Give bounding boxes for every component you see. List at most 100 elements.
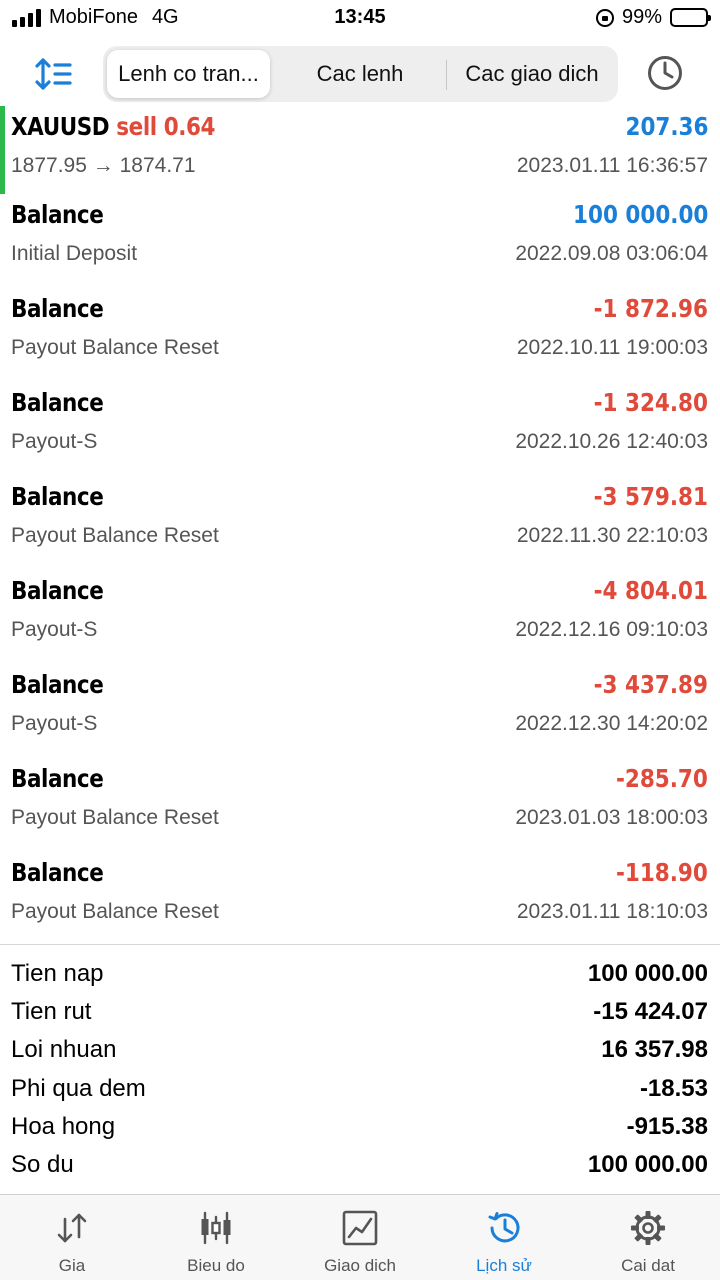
history-toolbar: Lenh co tran... Cac lenh Cac giao dich	[0, 44, 720, 106]
summary-value: 100 000.00	[587, 960, 708, 987]
sort-arrows-icon[interactable]	[34, 56, 74, 92]
summary-value: 16 357.98	[601, 1036, 708, 1064]
summary-swap: Phi qua dem -18.53	[0, 1071, 720, 1109]
bottom-tab-bar: Gia Bieu do Giao dich Lịch sử Cai dat	[0, 1194, 720, 1280]
price-arrow: →	[92, 154, 114, 177]
deal-title: Balance	[11, 294, 104, 323]
summary-value: 100 000.00	[587, 1150, 708, 1178]
deal-amount: -1 872.96	[593, 294, 708, 323]
tab-label: Lịch sử	[476, 1256, 532, 1275]
tab-chart[interactable]: Bieu do	[144, 1195, 288, 1280]
summary-label: Tien rut	[11, 998, 92, 1026]
price-close: 1874.71	[119, 154, 196, 177]
segment-orders-label: Cac lenh	[316, 61, 404, 86]
tab-quotes[interactable]: Gia	[0, 1195, 144, 1280]
position-profit: 207.36	[625, 112, 708, 141]
tab-label: Giao dich	[324, 1256, 396, 1275]
deal-amount: -285.70	[616, 764, 708, 793]
deal-title: Balance	[11, 482, 104, 511]
deal-row[interactable]: Balance -1 872.96 Payout Balance Reset 2…	[0, 288, 720, 382]
deal-title: Balance	[11, 858, 104, 887]
deal-datetime: 2023.01.11 18:10:03	[516, 900, 708, 923]
tab-trade[interactable]: Giao dich	[288, 1195, 432, 1280]
summary-deposit: Tien nap 100 000.00	[0, 956, 720, 994]
deal-datetime: 2023.01.03 18:00:03	[515, 806, 708, 829]
deal-amount: -1 324.80	[593, 388, 708, 417]
deal-comment: Initial Deposit	[11, 242, 138, 265]
deal-row[interactable]: Balance -118.90 Payout Balance Reset 202…	[0, 852, 720, 946]
deal-row[interactable]: Balance -1 324.80 Payout-S 2022.10.26 12…	[0, 382, 720, 476]
deal-row[interactable]: Balance -3 579.81 Payout Balance Reset 2…	[0, 476, 720, 570]
summary-label: Loi nhuan	[11, 1036, 117, 1064]
segment-deals-label: Cac giao dich	[465, 61, 599, 86]
summary-label: Phi qua dem	[11, 1074, 146, 1102]
summary-value: -18.53	[639, 1074, 708, 1102]
segment-positions-label: Lenh co tran...	[118, 61, 259, 86]
deal-amount: 100 000.00	[572, 200, 708, 229]
position-title: XAUUSD sell 0.64	[11, 112, 216, 141]
summary-balance: So du 100 000.00	[0, 1147, 720, 1185]
summary-withdrawal: Tien rut -15 424.07	[0, 994, 720, 1032]
deal-title: Balance	[11, 764, 104, 793]
position-prices: 1877.95 → 1874.71	[11, 154, 196, 178]
quotes-arrows-icon	[57, 1213, 87, 1243]
deal-row[interactable]: Balance 100 000.00 Initial Deposit 2022.…	[0, 194, 720, 288]
history-segment-control: Lenh co tran... Cac lenh Cac giao dich	[103, 46, 618, 102]
deal-row[interactable]: Balance -285.70 Payout Balance Reset 202…	[0, 758, 720, 852]
battery-percent: 99%	[621, 6, 662, 28]
tab-settings[interactable]: Cai dat	[576, 1195, 720, 1280]
position-indicator	[0, 106, 5, 194]
history-list: XAUUSD sell 0.64 207.36 1877.95 → 1874.7…	[0, 106, 720, 946]
summary-divider	[0, 944, 720, 945]
summary-commission: Hoa hong -915.38	[0, 1109, 720, 1147]
summary-label: Hoa hong	[11, 1112, 116, 1140]
tab-label: Cai dat	[621, 1256, 675, 1275]
rotation-lock-icon	[595, 8, 614, 27]
deal-datetime: 2022.10.26 12:40:03	[515, 430, 708, 453]
candlestick-chart-icon	[201, 1211, 231, 1245]
tab-label: Gia	[58, 1256, 86, 1275]
battery-icon	[670, 8, 711, 27]
price-open: 1877.95	[11, 154, 87, 177]
position-side: sell 0.64	[116, 112, 216, 141]
deal-datetime: 2022.12.30 14:20:02	[515, 712, 708, 735]
tab-label: Bieu do	[187, 1256, 245, 1275]
position-row[interactable]: XAUUSD sell 0.64 207.36 1877.95 → 1874.7…	[0, 106, 720, 194]
deal-amount: -3 579.81	[593, 482, 708, 511]
segment-orders[interactable]: Cac lenh	[275, 50, 445, 98]
deal-comment: Payout Balance Reset	[11, 524, 219, 547]
settings-gear-icon	[631, 1211, 665, 1245]
summary-value: -915.38	[626, 1112, 708, 1140]
trade-chart-icon	[342, 1210, 378, 1246]
deal-comment: Payout Balance Reset	[11, 806, 219, 829]
deal-comment: Payout-S	[11, 712, 98, 735]
status-bar: MobiFone 4G 13:45 99%	[0, 0, 720, 40]
deal-title: Balance	[11, 200, 104, 229]
tab-history[interactable]: Lịch sử	[432, 1195, 576, 1280]
deal-title: Balance	[11, 388, 104, 417]
position-symbol: XAUUSD	[11, 112, 110, 141]
position-datetime: 2023.01.11 16:36:57	[516, 154, 708, 177]
deal-comment: Payout Balance Reset	[11, 900, 219, 923]
clock-icon[interactable]	[646, 54, 684, 92]
deal-title: Balance	[11, 576, 104, 605]
summary-label: Tien nap	[11, 960, 104, 987]
deal-datetime: 2022.09.08 03:06:04	[515, 242, 708, 265]
deal-datetime: 2022.12.16 09:10:03	[515, 618, 708, 641]
deal-row[interactable]: Balance -4 804.01 Payout-S 2022.12.16 09…	[0, 570, 720, 664]
deal-title: Balance	[11, 670, 104, 699]
deal-datetime: 2022.11.30 22:10:03	[516, 524, 708, 547]
segment-positions[interactable]: Lenh co tran...	[107, 50, 270, 98]
segment-deals[interactable]: Cac giao dich	[447, 50, 617, 98]
deal-comment: Payout-S	[11, 618, 98, 641]
status-right: 99%	[595, 6, 711, 29]
deal-comment: Payout-S	[11, 430, 98, 453]
history-summary: Tien nap 100 000.00 Tien rut -15 424.07 …	[0, 956, 720, 1185]
deal-amount: -118.90	[616, 858, 708, 887]
deal-datetime: 2022.10.11 19:00:03	[516, 336, 708, 359]
history-icon	[488, 1212, 520, 1243]
deal-row[interactable]: Balance -3 437.89 Payout-S 2022.12.30 14…	[0, 664, 720, 758]
deal-amount: -3 437.89	[593, 670, 708, 699]
deal-amount: -4 804.01	[593, 576, 708, 605]
summary-profit: Loi nhuan 16 357.98	[0, 1032, 720, 1070]
